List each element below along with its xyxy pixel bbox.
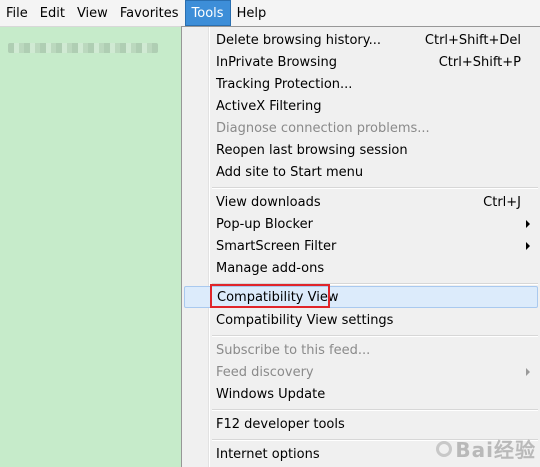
- menu-item-activex-filtering[interactable]: ActiveX Filtering: [184, 95, 538, 117]
- menu-item-label: Delete browsing history...: [216, 32, 382, 48]
- menu-item-label: Pop-up Blocker: [216, 216, 313, 232]
- menu-item-label: ActiveX Filtering: [216, 98, 322, 114]
- menu-item-inprivate-browsing[interactable]: InPrivate Browsing Ctrl+Shift+P: [184, 51, 538, 73]
- menu-item-reopen-last-session[interactable]: Reopen last browsing session: [184, 139, 538, 161]
- watermark-paw-icon: [436, 441, 452, 457]
- menu-bar: File Edit View Favorites Tools Help: [0, 0, 540, 27]
- menu-item-shortcut: Ctrl+Shift+Del: [424, 32, 521, 48]
- menu-item-compatibility-view-settings[interactable]: Compatibility View settings: [184, 309, 538, 331]
- menu-item-compatibility-view[interactable]: Compatibility View: [184, 286, 538, 308]
- menu-item-subscribe-feed: Subscribe to this feed...: [184, 339, 538, 361]
- menu-item-label: View downloads: [216, 194, 321, 210]
- menu-item-label: Compatibility View settings: [216, 312, 394, 328]
- tools-menu: Delete browsing history... Ctrl+Shift+De…: [181, 26, 540, 467]
- submenu-arrow-icon: [526, 242, 530, 250]
- menu-view[interactable]: View: [71, 0, 114, 26]
- menu-item-label: Windows Update: [216, 386, 326, 402]
- menu-separator: [212, 409, 538, 411]
- menu-item-label: Manage add-ons: [216, 260, 325, 276]
- menu-item-view-downloads[interactable]: View downloads Ctrl+J: [184, 191, 538, 213]
- menu-item-diagnose-connection: Diagnose connection problems...: [184, 117, 538, 139]
- submenu-arrow-icon: [526, 368, 530, 376]
- menu-item-label: Add site to Start menu: [216, 164, 364, 180]
- menu-item-label: F12 developer tools: [216, 416, 345, 432]
- menu-favorites[interactable]: Favorites: [114, 0, 185, 26]
- menu-item-label: Compatibility View: [217, 289, 339, 305]
- menu-item-popup-blocker[interactable]: Pop-up Blocker: [184, 213, 538, 235]
- menu-item-label: Subscribe to this feed...: [216, 342, 371, 358]
- menu-item-tracking-protection[interactable]: Tracking Protection...: [184, 73, 538, 95]
- menu-item-label: Tracking Protection...: [216, 76, 353, 92]
- menu-item-label: InPrivate Browsing: [216, 54, 337, 70]
- menu-item-label: Reopen last browsing session: [216, 142, 408, 158]
- menu-separator: [212, 187, 538, 189]
- menu-item-f12-developer-tools[interactable]: F12 developer tools: [184, 413, 538, 435]
- menu-tools[interactable]: Tools: [184, 0, 231, 26]
- menu-item-label: Feed discovery: [216, 364, 314, 380]
- menu-item-shortcut: Ctrl+Shift+P: [438, 54, 521, 70]
- menu-separator: [212, 283, 538, 285]
- watermark: Bai经验: [455, 438, 536, 462]
- menu-item-delete-browsing-history[interactable]: Delete browsing history... Ctrl+Shift+De…: [184, 29, 538, 51]
- menu-file[interactable]: File: [0, 0, 34, 26]
- menu-help[interactable]: Help: [231, 0, 273, 26]
- submenu-arrow-icon: [526, 220, 530, 228]
- menu-item-label: Internet options: [216, 446, 320, 462]
- menu-item-shortcut: Ctrl+J: [483, 194, 521, 210]
- menu-item-smartscreen-filter[interactable]: SmartScreen Filter: [184, 235, 538, 257]
- menu-item-label: SmartScreen Filter: [216, 238, 337, 254]
- blurred-text: [8, 43, 158, 53]
- menu-item-windows-update[interactable]: Windows Update: [184, 383, 538, 405]
- menu-item-add-site-start-menu[interactable]: Add site to Start menu: [184, 161, 538, 183]
- menu-separator: [212, 335, 538, 337]
- menu-item-feed-discovery: Feed discovery: [184, 361, 538, 383]
- menu-edit[interactable]: Edit: [34, 0, 71, 26]
- menu-item-label: Diagnose connection problems...: [216, 120, 430, 136]
- menu-item-manage-addons[interactable]: Manage add-ons: [184, 257, 538, 279]
- page-content: [0, 27, 182, 467]
